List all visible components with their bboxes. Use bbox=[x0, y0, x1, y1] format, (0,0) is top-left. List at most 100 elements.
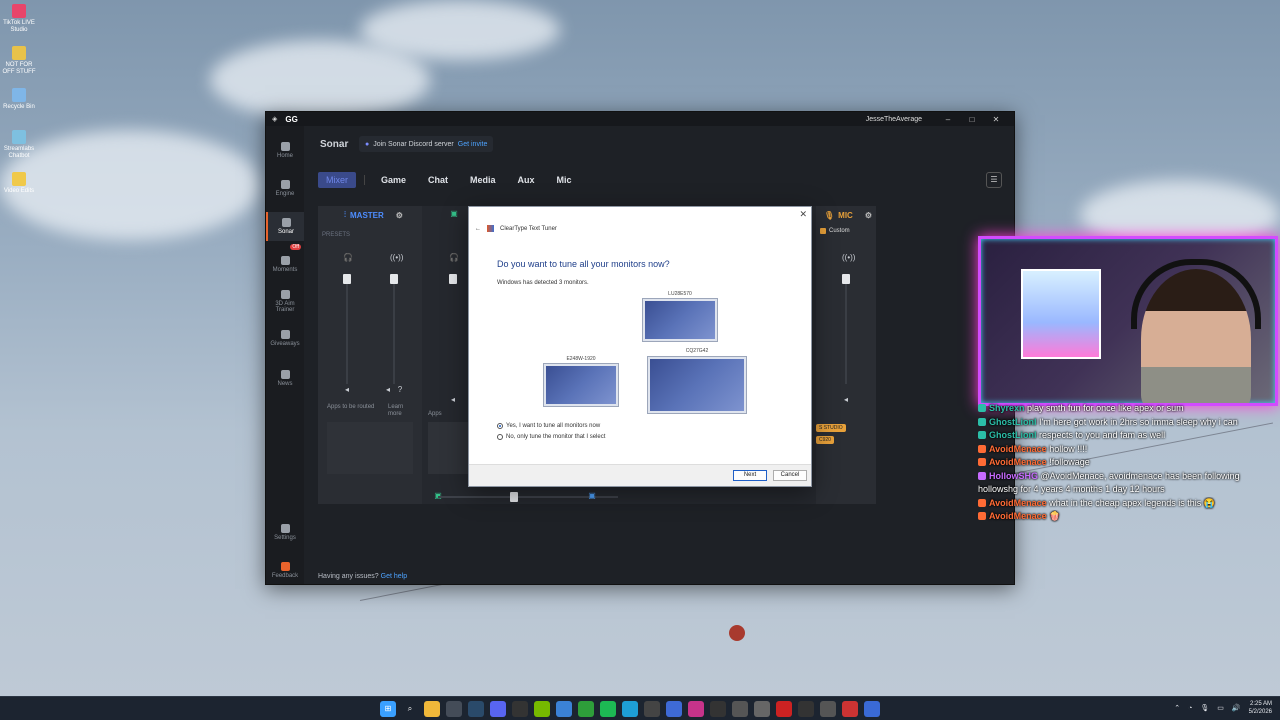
discord-invite[interactable]: ● Join Sonar Discord server Get invite bbox=[359, 136, 494, 152]
desktop-icon[interactable]: Streamlabs Chatbot bbox=[2, 130, 36, 160]
ubisoft-icon[interactable] bbox=[644, 701, 660, 717]
browser-icon[interactable] bbox=[556, 701, 572, 717]
speaker-icon[interactable]: ◂ bbox=[384, 386, 392, 394]
terminal-icon[interactable] bbox=[446, 701, 462, 717]
desktop-app-icon bbox=[12, 130, 26, 144]
edge-icon[interactable] bbox=[622, 701, 638, 717]
sidebar-item-home[interactable]: Home bbox=[266, 136, 304, 165]
mic-preset[interactable]: Custom bbox=[820, 228, 850, 234]
sidebar-item-engine[interactable]: Engine bbox=[266, 174, 304, 203]
dialog-close-button[interactable]: ✕ bbox=[799, 209, 807, 220]
apps-to-be-routed-label: Apps to be routed bbox=[327, 404, 375, 410]
app2-icon[interactable] bbox=[754, 701, 770, 717]
sidebar-item-settings[interactable]: Settings bbox=[266, 518, 304, 547]
tab-divider bbox=[364, 175, 365, 185]
system-tray: ⌃ ◔ 🎙 ▭ 🔊 2:25 AM 5/2/2026 bbox=[1174, 700, 1272, 716]
tab-game[interactable]: Game bbox=[373, 172, 414, 188]
app5-icon[interactable] bbox=[820, 701, 836, 717]
desktop-icon[interactable]: Recycle Bin bbox=[2, 88, 36, 111]
get-invite-link[interactable]: Get invite bbox=[458, 141, 488, 148]
minimize-button[interactable]: – bbox=[936, 115, 960, 124]
app3-icon[interactable] bbox=[776, 701, 792, 717]
taskbar: ⊞ ⌕ ⌃ ◔ 🎙 ▭ 🔊 2:25 AM 5/2/2026 bbox=[0, 696, 1280, 720]
game-speaker-icon[interactable]: ◂ bbox=[449, 396, 457, 404]
desktop-icon[interactable]: NOT FOR OFF STUFF bbox=[2, 46, 36, 76]
sidebar-item-news[interactable]: News bbox=[266, 364, 304, 393]
valorant-icon[interactable] bbox=[688, 701, 704, 717]
monitor-label: E248W-1920 bbox=[566, 356, 596, 362]
chat-icon[interactable]: ▣ bbox=[588, 492, 596, 500]
menu-button[interactable]: ☰ bbox=[986, 172, 1002, 188]
mic-slider-thumb[interactable] bbox=[842, 274, 850, 284]
sidebar-item-giveaways[interactable]: Giveaways bbox=[266, 324, 304, 353]
speaker-icon[interactable]: ◂ bbox=[343, 386, 351, 394]
get-help-link[interactable]: Get help bbox=[381, 573, 407, 580]
tab-media[interactable]: Media bbox=[462, 172, 504, 188]
windows-start-icon[interactable]: ⊞ bbox=[380, 701, 396, 717]
discord-icon: ● bbox=[365, 140, 370, 148]
maximize-button[interactable]: □ bbox=[960, 115, 984, 124]
gg-logo-icon: ◈ bbox=[272, 116, 278, 123]
monitor-lu28e570[interactable] bbox=[642, 298, 718, 342]
network-icon[interactable]: ▭ bbox=[1217, 704, 1224, 712]
desktop-icon[interactable]: TikTok LIVE Studio bbox=[2, 4, 36, 34]
app4-icon[interactable] bbox=[798, 701, 814, 717]
sidebar-item-label: Giveaways bbox=[270, 341, 300, 347]
close-button[interactable]: ✕ bbox=[984, 115, 1008, 124]
xbox-icon[interactable] bbox=[578, 701, 594, 717]
app7-icon[interactable] bbox=[864, 701, 880, 717]
tab-mixer[interactable]: Mixer bbox=[318, 172, 356, 188]
search-icon[interactable]: ⌕ bbox=[402, 701, 418, 717]
epic-icon[interactable] bbox=[512, 701, 528, 717]
file-explorer-icon[interactable] bbox=[424, 701, 440, 717]
learn-more-link[interactable]: Learn more bbox=[388, 404, 418, 418]
cancel-button[interactable]: Cancel bbox=[773, 470, 807, 481]
rocket-icon[interactable] bbox=[666, 701, 682, 717]
sidebar-item-sonar[interactable]: Sonar bbox=[266, 212, 304, 241]
spotify-icon[interactable] bbox=[600, 701, 616, 717]
obs-icon[interactable] bbox=[710, 701, 726, 717]
monitor-cq27g42[interactable] bbox=[647, 356, 747, 414]
status-badge: Off bbox=[290, 244, 301, 250]
webcam-overlay bbox=[978, 236, 1278, 406]
app-icon[interactable] bbox=[732, 701, 748, 717]
master-slider-thumb[interactable] bbox=[343, 274, 351, 284]
stream-slider-thumb[interactable] bbox=[390, 274, 398, 284]
clock[interactable]: 2:25 AM 5/2/2026 bbox=[1249, 700, 1272, 716]
option-tune-all[interactable]: Yes, I want to tune all monitors now bbox=[497, 423, 600, 429]
chevron-up-icon[interactable]: ⌃ bbox=[1174, 704, 1180, 712]
sidebar-item-feedback[interactable]: Feedback bbox=[266, 556, 304, 585]
game-slider-thumb[interactable] bbox=[449, 274, 457, 284]
back-arrow-icon[interactable]: ← bbox=[475, 226, 481, 232]
discord-icon[interactable] bbox=[490, 701, 506, 717]
master-settings-icon[interactable]: ⚙ bbox=[396, 211, 403, 220]
username[interactable]: JesseTheAverage bbox=[866, 116, 922, 123]
monitor-e248w[interactable] bbox=[543, 363, 619, 407]
mic-settings-icon[interactable]: ⚙ bbox=[865, 211, 872, 220]
chatmix-slider-thumb[interactable] bbox=[510, 492, 518, 502]
radio-button[interactable] bbox=[497, 423, 503, 429]
badge-icon bbox=[978, 471, 986, 480]
sidebar-item-moments[interactable]: Moments Off bbox=[266, 244, 304, 279]
tab-chat[interactable]: Chat bbox=[420, 172, 456, 188]
wifi-icon[interactable]: ◔ bbox=[1188, 705, 1192, 712]
sidebar-item-3d-aim-trainer[interactable]: 3D Aim Trainer bbox=[266, 284, 304, 319]
headphone-toggle-icon[interactable]: ? bbox=[396, 386, 404, 394]
steam-icon[interactable] bbox=[468, 701, 484, 717]
routed-apps-box bbox=[327, 422, 413, 474]
mic-tray-icon[interactable]: 🎙 bbox=[1200, 704, 1209, 712]
chat-message: GhostLionI respects to you and fam as we… bbox=[978, 429, 1278, 443]
next-button[interactable]: Next bbox=[733, 470, 767, 481]
tab-mic[interactable]: Mic bbox=[549, 172, 580, 188]
option-tune-selected[interactable]: No, only tune the monitor that I select bbox=[497, 434, 605, 440]
mic-speaker-icon[interactable]: ◂ bbox=[842, 396, 850, 404]
desktop-icon[interactable]: Video Edits bbox=[2, 172, 36, 195]
dialog-header: ← ClearType Text Tuner bbox=[475, 225, 557, 232]
app6-icon[interactable] bbox=[842, 701, 858, 717]
sidebar: Home Engine Sonar Moments Off 3D Aim Trainer G… bbox=[266, 126, 304, 584]
nvidia-icon[interactable] bbox=[534, 701, 550, 717]
tab-aux[interactable]: Aux bbox=[510, 172, 543, 188]
volume-icon[interactable]: 🔊 bbox=[1232, 704, 1241, 712]
chat-text: 🍿 bbox=[1049, 511, 1061, 521]
radio-button[interactable] bbox=[497, 434, 503, 440]
